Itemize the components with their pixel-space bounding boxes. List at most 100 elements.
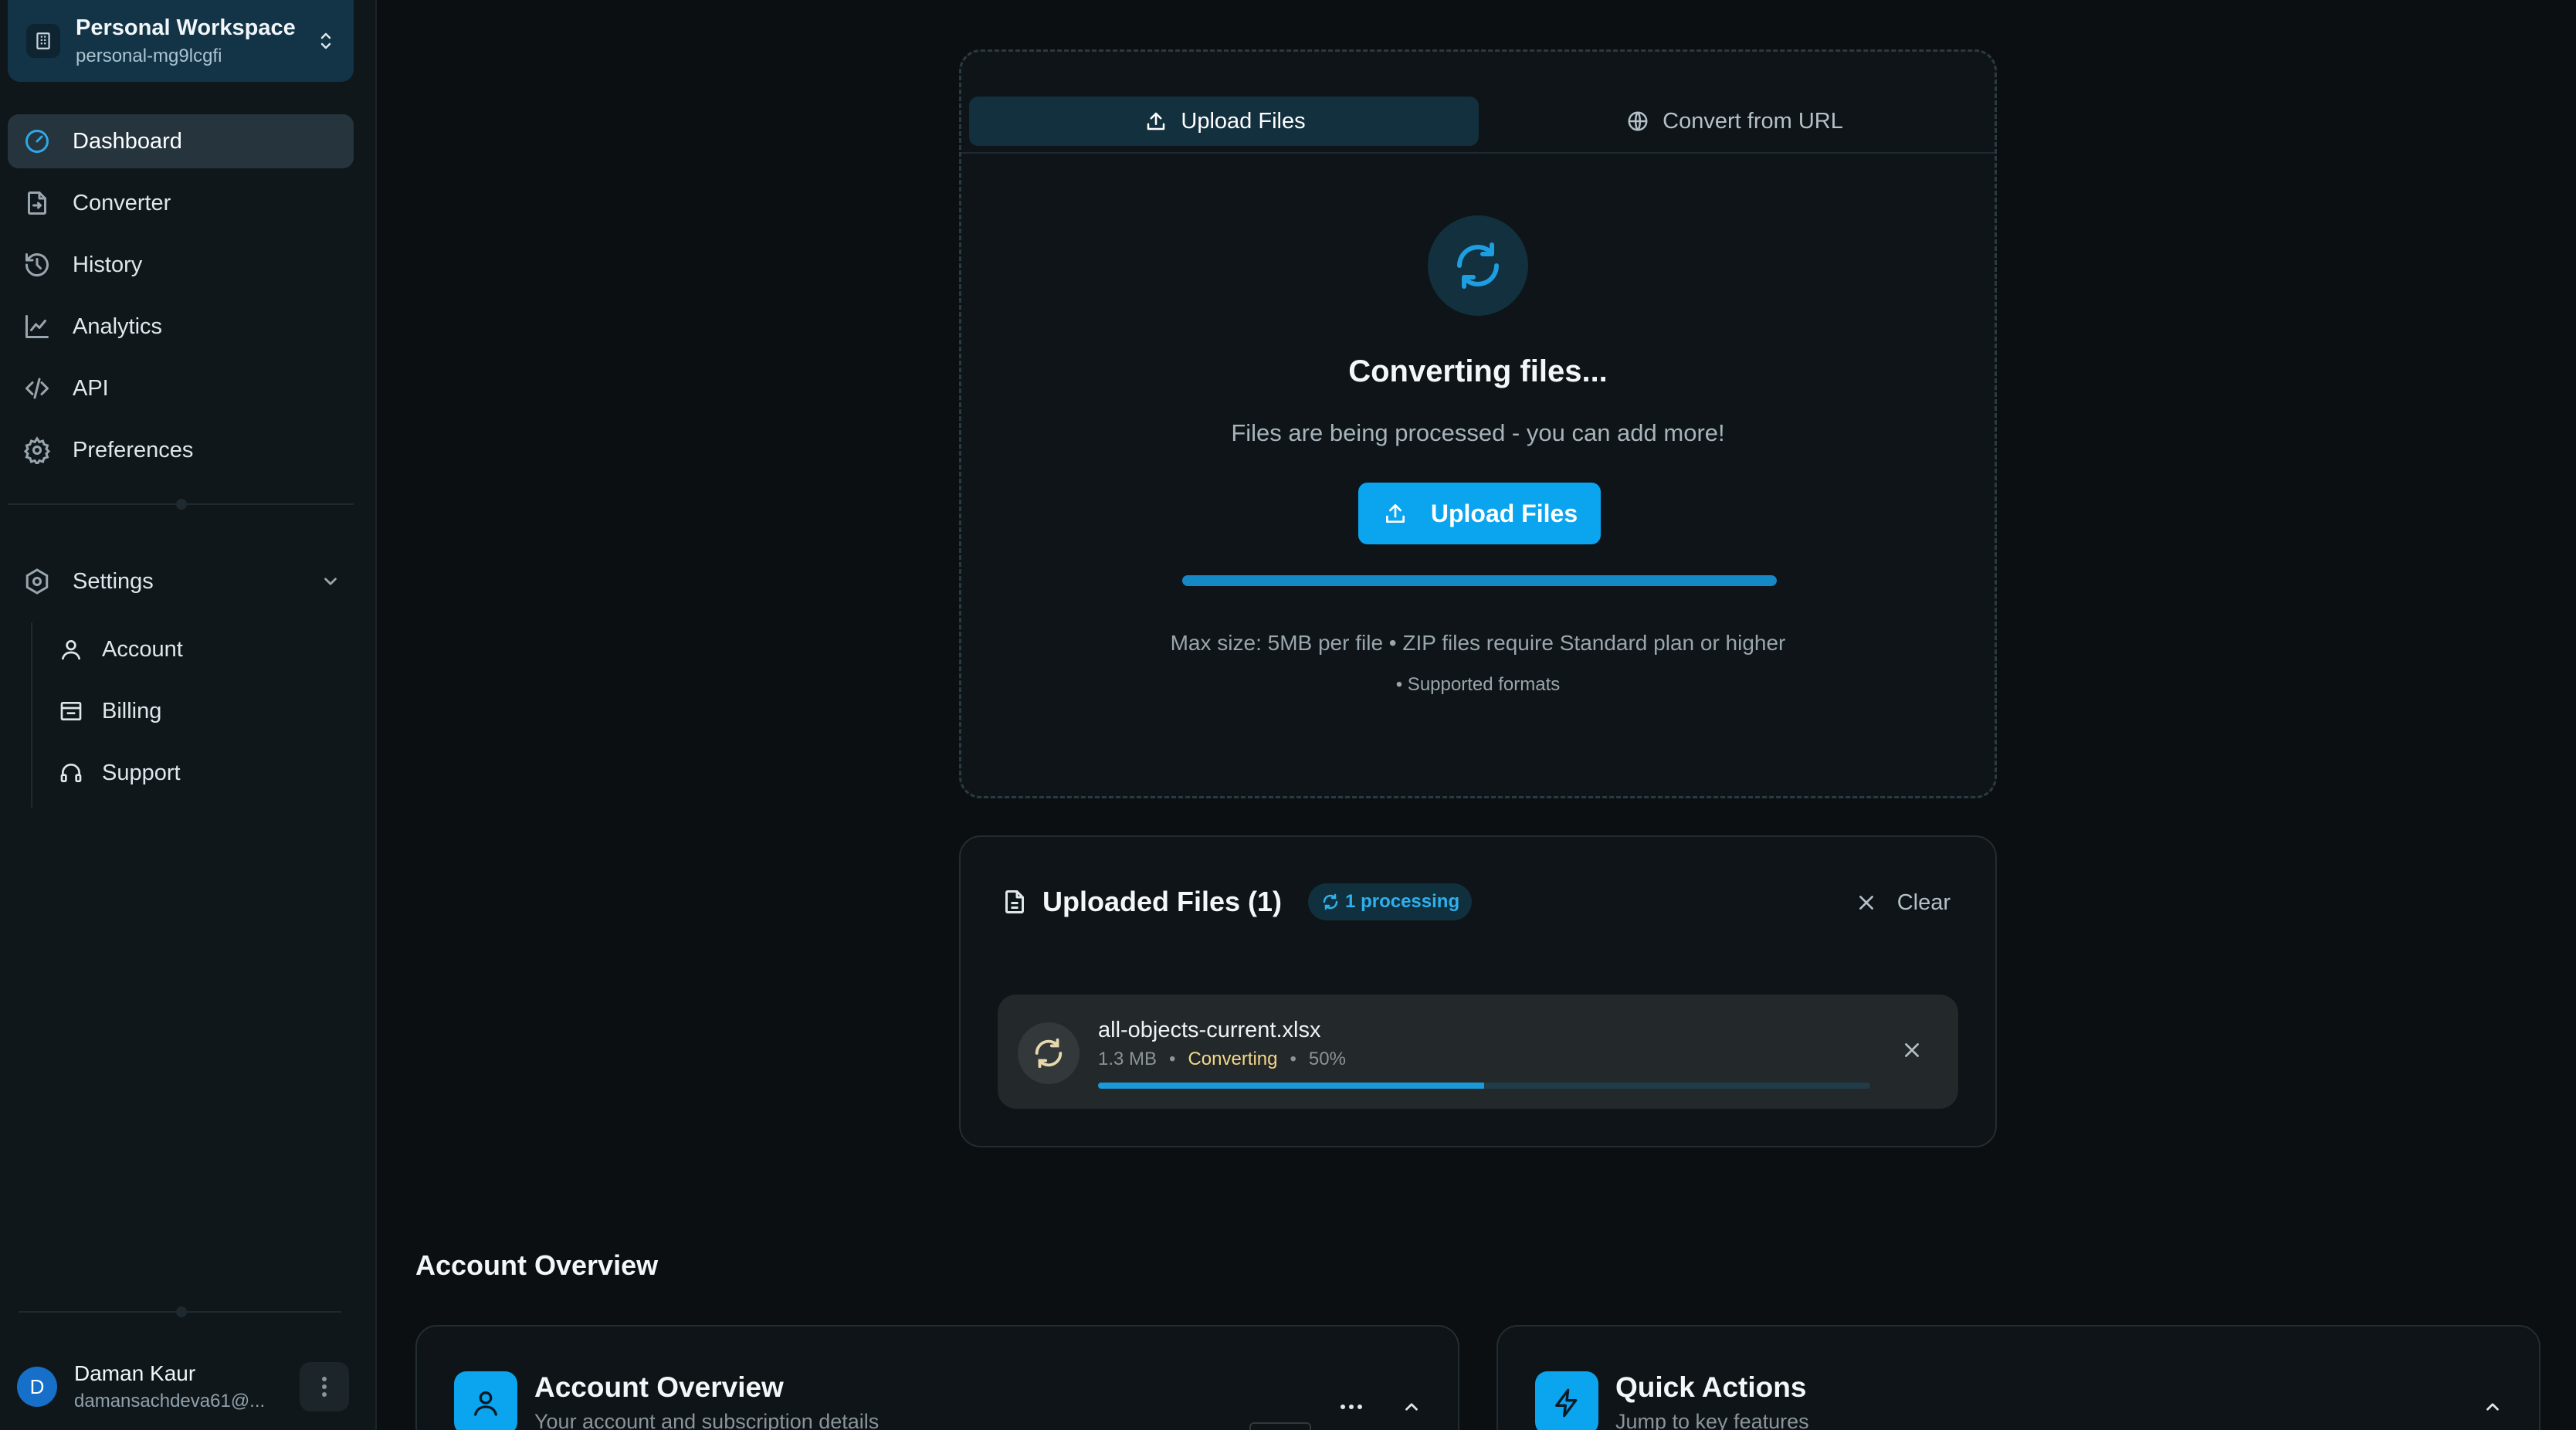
- more-vertical-icon: [322, 1377, 327, 1397]
- chevron-up-down-icon: [314, 25, 338, 56]
- clear-label: Clear: [1896, 890, 1951, 915]
- file-progress-bar: [1098, 1083, 1870, 1089]
- processing-badge-label: 1 processing: [1345, 891, 1460, 912]
- user-profile[interactable]: D Daman Kaur damansachdeva61@...: [17, 1356, 349, 1418]
- nav-label: API: [73, 375, 109, 401]
- tab-convert-url[interactable]: Convert from URL: [1479, 97, 1988, 146]
- code-icon: [22, 373, 53, 404]
- converting-subtitle: Files are being processed - you can add …: [1231, 419, 1725, 446]
- clear-files-button[interactable]: Clear: [1854, 883, 1951, 922]
- upload-tabs: Upload Files Convert from URL: [969, 97, 1988, 146]
- app-root: Personal Workspace personal-mg9lcgfi Das…: [0, 0, 2576, 1430]
- lightning-icon: [1535, 1371, 1598, 1430]
- chevron-up-icon: [2486, 1403, 2499, 1411]
- converting-title: Converting files...: [1348, 354, 1608, 388]
- section-title: Account Overview: [415, 1249, 659, 1281]
- card-title: Account Overview: [534, 1371, 784, 1403]
- remove-file-button[interactable]: [1896, 1035, 1927, 1066]
- nav-item-preferences[interactable]: Preferences: [8, 423, 354, 477]
- nav-item-converter[interactable]: Converter: [8, 176, 354, 230]
- headset-icon: [57, 759, 85, 787]
- workspace-slug: personal-mg9lcgfi: [76, 45, 222, 66]
- nav-item-analytics[interactable]: Analytics: [8, 300, 354, 354]
- sub-item-label: Account: [102, 636, 183, 662]
- nav-item-history[interactable]: History: [8, 238, 354, 292]
- sidebar: Personal Workspace personal-mg9lcgfi Das…: [0, 0, 377, 1430]
- avatar: D: [17, 1367, 57, 1407]
- overall-progress-bar: [1182, 575, 1777, 586]
- card-menu-button[interactable]: [1336, 1391, 1367, 1422]
- settings-subnav: Account Billing Support: [31, 622, 354, 808]
- tab-label: Convert from URL: [1663, 108, 1843, 134]
- file-convert-icon: [22, 188, 53, 219]
- refresh-icon: [1035, 1038, 1063, 1069]
- card-badge-outline: [1249, 1422, 1311, 1430]
- meta-separator: •: [1169, 1049, 1176, 1069]
- converting-indicator: [1428, 215, 1528, 316]
- upload-limits: Max size: 5MB per file • ZIP files requi…: [1170, 631, 1786, 655]
- building-icon: [26, 24, 60, 58]
- nav-item-api[interactable]: API: [8, 361, 354, 415]
- tab-upload-files[interactable]: Upload Files: [969, 97, 1479, 146]
- tab-label: Upload Files: [1181, 108, 1306, 134]
- file-status: Converting: [1188, 1049, 1278, 1069]
- nav-label: History: [73, 252, 143, 277]
- upload-files-button[interactable]: Upload Files: [1358, 483, 1601, 544]
- card-subtitle: Jump to key features: [1615, 1410, 1809, 1430]
- nav-label: Converter: [73, 190, 171, 215]
- collapse-card-button[interactable]: [1396, 1391, 1427, 1422]
- uploaded-files-panel: Uploaded Files (1) 1 processing Clear al…: [959, 835, 1997, 1147]
- chevron-up-icon: [1405, 1403, 1418, 1411]
- workspace-switcher[interactable]: Personal Workspace personal-mg9lcgfi: [8, 0, 354, 82]
- card-title: Quick Actions: [1615, 1371, 1807, 1403]
- collapse-card-button[interactable]: [2477, 1391, 2508, 1422]
- history-icon: [22, 249, 53, 280]
- nav-label: Analytics: [73, 313, 163, 339]
- refresh-icon: [1457, 242, 1499, 289]
- file-meta: 1.3 MB • Converting • 50%: [1098, 1049, 1346, 1070]
- workspace-name: Personal Workspace: [76, 15, 296, 40]
- refresh-icon: [1320, 892, 1341, 912]
- sidebar-item-account[interactable]: Account: [32, 622, 354, 676]
- close-icon: [1854, 890, 1879, 915]
- chevron-down-icon: [315, 566, 346, 597]
- upload-button-label: Upload Files: [1430, 499, 1578, 527]
- file-item: all-objects-current.xlsx 1.3 MB • Conver…: [998, 995, 1958, 1109]
- user-icon: [454, 1371, 517, 1430]
- account-overview-card: Account Overview Your account and subscr…: [415, 1325, 1459, 1430]
- sidebar-item-support[interactable]: Support: [32, 746, 354, 800]
- settings-toggle[interactable]: Settings: [8, 554, 354, 608]
- sub-item-label: Billing: [102, 698, 162, 723]
- chart-line-icon: [22, 311, 53, 342]
- user-menu-button[interactable]: [300, 1362, 349, 1411]
- upload-icon: [1381, 500, 1409, 527]
- processing-badge: 1 processing: [1308, 883, 1473, 920]
- nav-label: Preferences: [73, 437, 194, 463]
- settings-hex-icon: [22, 566, 53, 597]
- uploaded-files-title: Uploaded Files (1): [1042, 886, 1283, 917]
- upload-dropzone[interactable]: Upload Files Convert from URL Converting…: [959, 49, 1997, 798]
- close-icon: [1905, 1043, 1919, 1057]
- file-converting-indicator: [1018, 1022, 1080, 1084]
- sub-item-label: Support: [102, 760, 181, 785]
- gauge-icon: [22, 126, 53, 157]
- user-icon: [57, 635, 85, 663]
- gear-icon: [22, 435, 53, 466]
- sidebar-divider: [19, 1306, 341, 1317]
- file-icon: [999, 886, 1030, 917]
- file-name: all-objects-current.xlsx: [1098, 1018, 1321, 1042]
- supported-formats-link[interactable]: • Supported formats: [961, 674, 1995, 696]
- user-name: Daman Kaur: [74, 1361, 196, 1385]
- file-size: 1.3 MB: [1098, 1049, 1158, 1069]
- card-subtitle: Your account and subscription details: [534, 1410, 880, 1430]
- meta-separator: •: [1290, 1049, 1296, 1069]
- nav-item-dashboard[interactable]: Dashboard: [8, 114, 354, 168]
- primary-nav: Dashboard Converter History Analytics AP…: [8, 114, 354, 485]
- tabs-divider: [961, 152, 1995, 154]
- upload-icon: [1142, 107, 1170, 135]
- file-percent: 50%: [1308, 1049, 1346, 1069]
- billing-icon: [57, 697, 85, 725]
- sidebar-item-billing[interactable]: Billing: [32, 684, 354, 738]
- sidebar-divider: [8, 499, 354, 510]
- settings-label: Settings: [73, 568, 154, 594]
